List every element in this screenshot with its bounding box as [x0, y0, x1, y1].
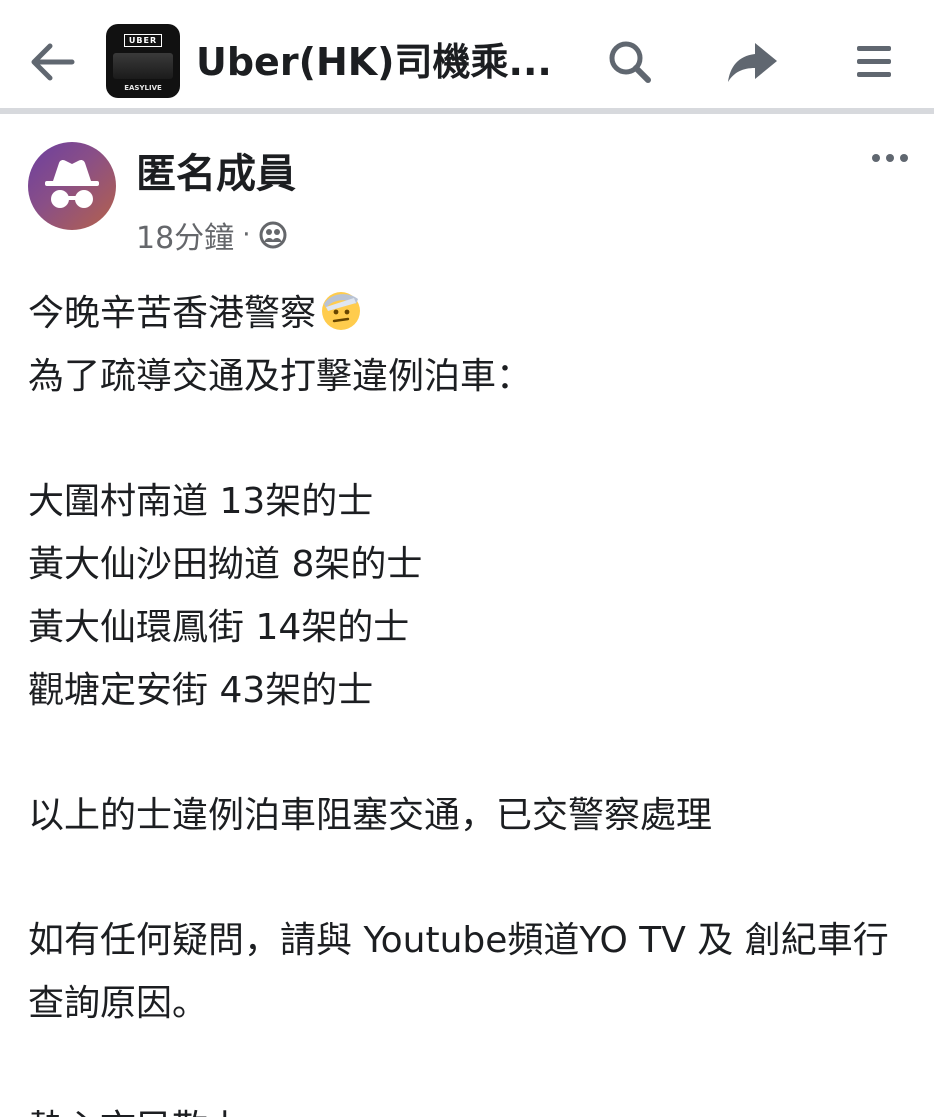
- author-name[interactable]: 匿名成員: [136, 148, 296, 200]
- group-audience-icon: [259, 221, 287, 249]
- menu-button[interactable]: [842, 32, 906, 92]
- post-line: 以上的士違例泊車阻塞交通，已交警察處理: [28, 795, 713, 836]
- anonymous-incognito-icon: [45, 159, 99, 208]
- post-line: 黃大仙沙田拗道 8架的士: [28, 544, 423, 585]
- post-body: 今晚辛苦香港警察 為了疏導交通及打擊違例泊車： 大圍村南道 13架的士 黃大仙沙…: [28, 282, 918, 1117]
- search-icon: [609, 41, 651, 83]
- top-app-bar: UBER EASYLIVE Uber(HK)司機乘...: [0, 0, 934, 108]
- back-button[interactable]: [22, 32, 82, 92]
- share-button[interactable]: [720, 32, 784, 92]
- post-line: 為了疏導交通及打擊違例泊車：: [28, 356, 533, 397]
- header-divider: [0, 108, 934, 114]
- post-paragraph: 如有任何疑問，請與 Youtube頻道YO TV 及 創紀車行 查詢原因。: [28, 920, 889, 1024]
- post-line: 大圍村南道 13架的士: [28, 481, 374, 522]
- facebook-group-post-screen: UBER EASYLIVE Uber(HK)司機乘... 匿名成員 18分鐘 ·…: [0, 0, 934, 1117]
- post-line: 熱心市民敬上: [28, 1097, 918, 1117]
- arrow-left-icon: [31, 43, 75, 81]
- more-options-button[interactable]: [862, 136, 918, 180]
- post-line: 今晚辛苦香港警察: [28, 282, 918, 345]
- group-thumbnail-image: [113, 52, 173, 79]
- post-timestamp[interactable]: 18分鐘: [136, 213, 234, 257]
- group-title[interactable]: Uber(HK)司機乘...: [196, 36, 566, 88]
- post-line-text: 今晚辛苦香港警察: [28, 293, 317, 334]
- post-meta: 18分鐘 ·: [136, 214, 288, 256]
- meta-separator: ·: [242, 220, 251, 250]
- share-icon: [728, 43, 777, 82]
- hamburger-menu-icon: [857, 46, 891, 77]
- group-thumbnail[interactable]: UBER EASYLIVE: [106, 24, 180, 98]
- search-button[interactable]: [598, 32, 662, 92]
- more-dots-icon: [872, 154, 908, 162]
- group-thumbnail-caption: EASYLIVE: [124, 84, 162, 92]
- saluting-face-emoji: [322, 292, 361, 330]
- post-line: 黃大仙環鳳街 14架的士: [28, 607, 410, 648]
- post-line: 觀塘定安街 43架的士: [28, 670, 374, 711]
- avatar[interactable]: [28, 142, 116, 230]
- group-thumbnail-logo: UBER: [123, 34, 163, 47]
